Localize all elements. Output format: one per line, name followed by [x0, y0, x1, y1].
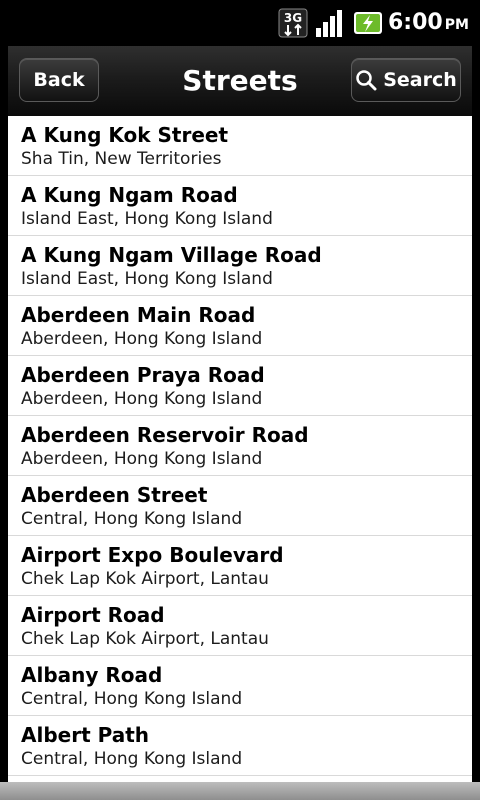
back-button[interactable]: Back [19, 58, 99, 102]
street-district: Central, Hong Kong Island [21, 509, 243, 529]
street-district: Aberdeen, Hong Kong Island [21, 449, 263, 469]
list-item[interactable]: Albany Road Central, Hong Kong Island [8, 656, 472, 716]
list-item[interactable]: A Kung Kok Street Sha Tin, New Territori… [8, 116, 472, 176]
street-name: Airport Road [21, 603, 165, 627]
street-district: Chek Lap Kok Airport, Lantau [21, 629, 269, 649]
street-list[interactable]: A Kung Kok Street Sha Tin, New Territori… [8, 116, 472, 782]
search-button-label: Search [383, 69, 457, 91]
list-item[interactable]: A Kung Ngam Road Island East, Hong Kong … [8, 176, 472, 236]
street-district: Aberdeen, Hong Kong Island [21, 329, 263, 349]
list-item[interactable]: Aberdeen Street Central, Hong Kong Islan… [8, 476, 472, 536]
phone-screen: 3G 6:00 PM Streets Back Search A Kung Ko… [0, 0, 480, 800]
street-district: Central, Hong Kong Island [21, 749, 243, 769]
list-item[interactable]: A Kung Ngam Village Road Island East, Ho… [8, 236, 472, 296]
clock: 6:00 PM [388, 9, 469, 39]
street-name: A Kung Kok Street [21, 123, 229, 147]
battery-charging-icon [354, 12, 382, 34]
street-district: Aberdeen, Hong Kong Island [21, 389, 263, 409]
3g-icon: 3G [278, 8, 308, 38]
list-item[interactable]: Airport Expo Boulevard Chek Lap Kok Airp… [8, 536, 472, 596]
search-button[interactable]: Search [351, 58, 461, 102]
street-name: Aberdeen Street [21, 483, 208, 507]
street-name: Airport Expo Boulevard [21, 543, 284, 567]
signal-icon [316, 10, 342, 37]
street-name: Aberdeen Main Road [21, 303, 256, 327]
street-name: Albert Path [21, 723, 150, 747]
clock-ampm: PM [444, 17, 469, 33]
back-button-label: Back [33, 69, 85, 91]
street-district: Chek Lap Kok Airport, Lantau [21, 569, 269, 589]
street-name: Aberdeen Praya Road [21, 363, 265, 387]
bottom-edge [0, 782, 480, 800]
street-name: A Kung Ngam Village Road [21, 243, 322, 267]
title-bar: Streets Back Search [8, 46, 472, 116]
list-item[interactable]: Albert Path Central, Hong Kong Island [8, 716, 472, 776]
street-name: Aberdeen Reservoir Road [21, 423, 309, 447]
street-district: Sha Tin, New Territories [21, 149, 222, 169]
status-bar: 3G 6:00 PM [0, 0, 480, 44]
street-name: A Kung Ngam Road [21, 183, 238, 207]
list-item[interactable]: Aberdeen Main Road Aberdeen, Hong Kong I… [8, 296, 472, 356]
street-district: Central, Hong Kong Island [21, 689, 243, 709]
street-district: Island East, Hong Kong Island [21, 269, 273, 289]
search-icon [356, 70, 377, 91]
3g-label: 3G [284, 11, 302, 25]
street-district: Island East, Hong Kong Island [21, 209, 273, 229]
clock-time: 6:00 [388, 10, 443, 35]
list-item[interactable]: Airport Road Chek Lap Kok Airport, Lanta… [8, 596, 472, 656]
list-item[interactable]: Aberdeen Praya Road Aberdeen, Hong Kong … [8, 356, 472, 416]
list-item[interactable]: Aberdeen Reservoir Road Aberdeen, Hong K… [8, 416, 472, 476]
street-name: Albany Road [21, 663, 163, 687]
